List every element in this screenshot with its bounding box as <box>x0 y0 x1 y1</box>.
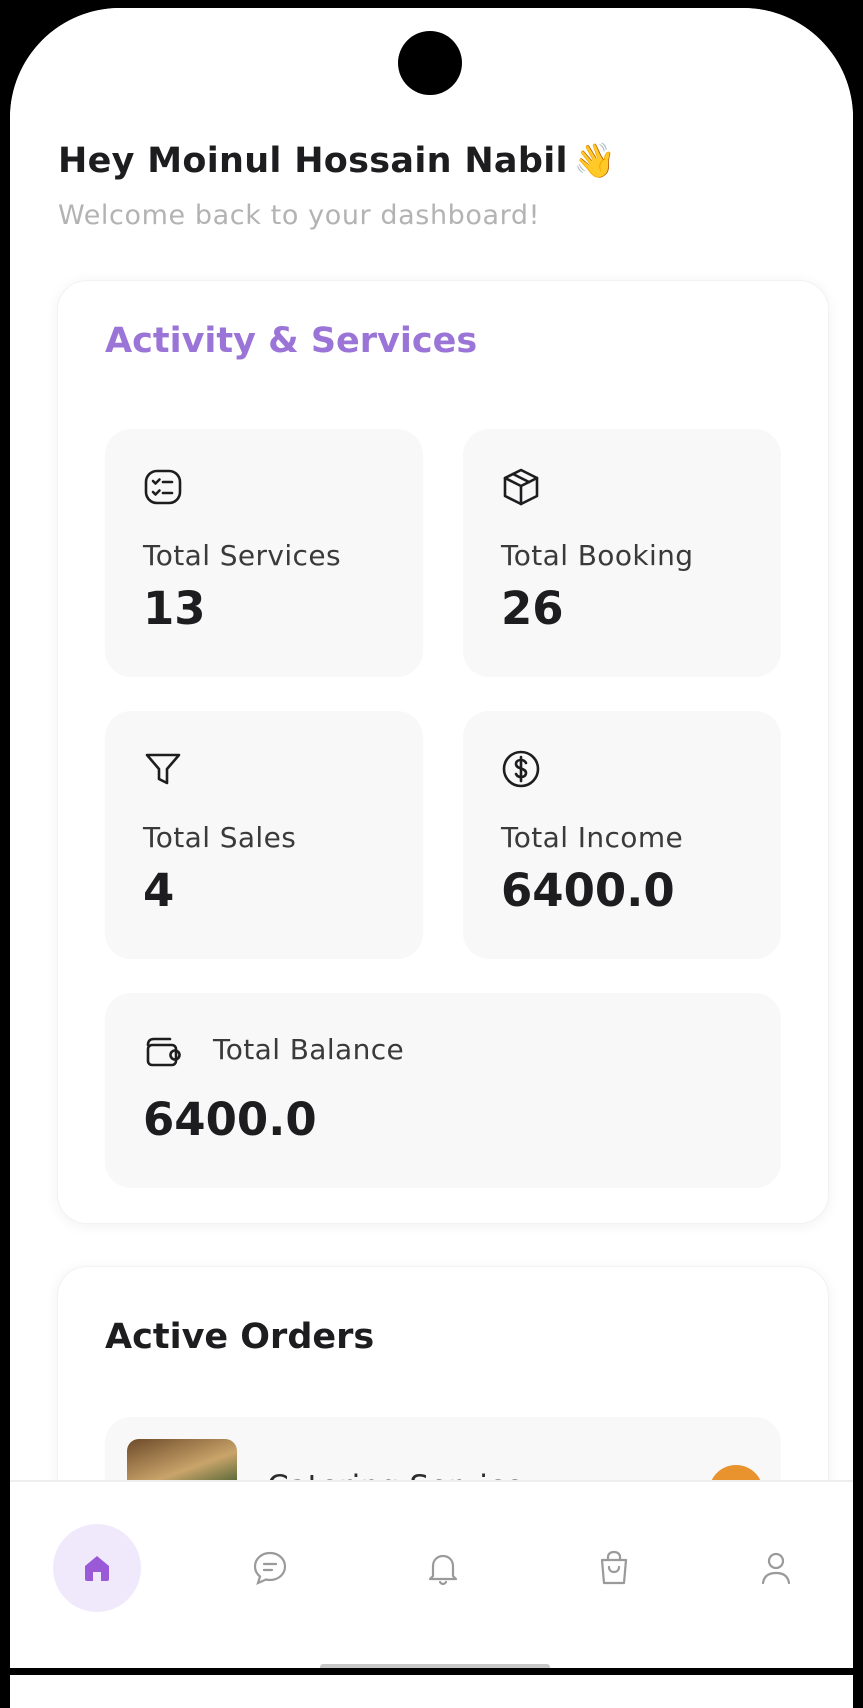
stat-value: 6400.0 <box>501 864 675 917</box>
stat-total-balance[interactable]: Total Balance 6400.0 <box>105 993 781 1188</box>
dashboard-screen: Hey Moinul Hossain Nabil 👋 Welcome back t… <box>10 8 853 1708</box>
nav-home[interactable] <box>53 1524 141 1612</box>
front-camera <box>398 31 462 95</box>
activity-services-card: Activity & Services Total Services 13 To… <box>57 280 829 1224</box>
box-icon <box>503 468 539 506</box>
stat-label: Total Services <box>143 539 341 572</box>
user-icon <box>761 1552 791 1585</box>
stat-label: Total Sales <box>143 821 297 854</box>
wallet-icon <box>146 1037 181 1067</box>
stat-label: Total Booking <box>501 539 694 572</box>
stat-total-income[interactable]: Total Income 6400.0 <box>463 711 781 959</box>
bag-icon <box>600 1550 628 1585</box>
nav-chat[interactable] <box>226 1524 314 1612</box>
welcome-subtitle: Welcome back to your dashboard! <box>58 200 541 231</box>
home-icon <box>85 1556 109 1581</box>
stat-label: Total Income <box>501 821 684 854</box>
wave-emoji: 👋 <box>573 141 617 181</box>
bell-icon <box>428 1554 458 1586</box>
checklist-icon <box>144 469 182 505</box>
stat-value: 6400.0 <box>143 1093 317 1146</box>
stat-total-sales[interactable]: Total Sales 4 <box>105 711 423 959</box>
greeting-heading: Hey Moinul Hossain Nabil 👋 <box>58 141 616 181</box>
active-orders-title: Active Orders <box>105 1317 375 1357</box>
stat-value: 26 <box>501 582 564 635</box>
bottom-bezel <box>0 1668 863 1675</box>
stat-value: 13 <box>143 582 206 635</box>
stat-total-booking[interactable]: Total Booking 26 <box>463 429 781 677</box>
nav-orders[interactable] <box>570 1524 658 1612</box>
nav-profile[interactable] <box>732 1524 820 1612</box>
dollar-circle-icon <box>502 750 540 788</box>
greeting-text: Hey Moinul Hossain Nabil <box>58 141 568 181</box>
activity-title: Activity & Services <box>105 321 478 361</box>
stat-value: 4 <box>143 864 175 917</box>
phone-frame: Hey Moinul Hossain Nabil 👋 Welcome back t… <box>10 8 853 1708</box>
stat-label: Total Balance <box>213 1033 405 1066</box>
nav-notifications[interactable] <box>399 1524 487 1612</box>
filter-icon <box>145 753 181 785</box>
stat-total-services[interactable]: Total Services 13 <box>105 429 423 677</box>
chat-icon <box>253 1551 287 1585</box>
